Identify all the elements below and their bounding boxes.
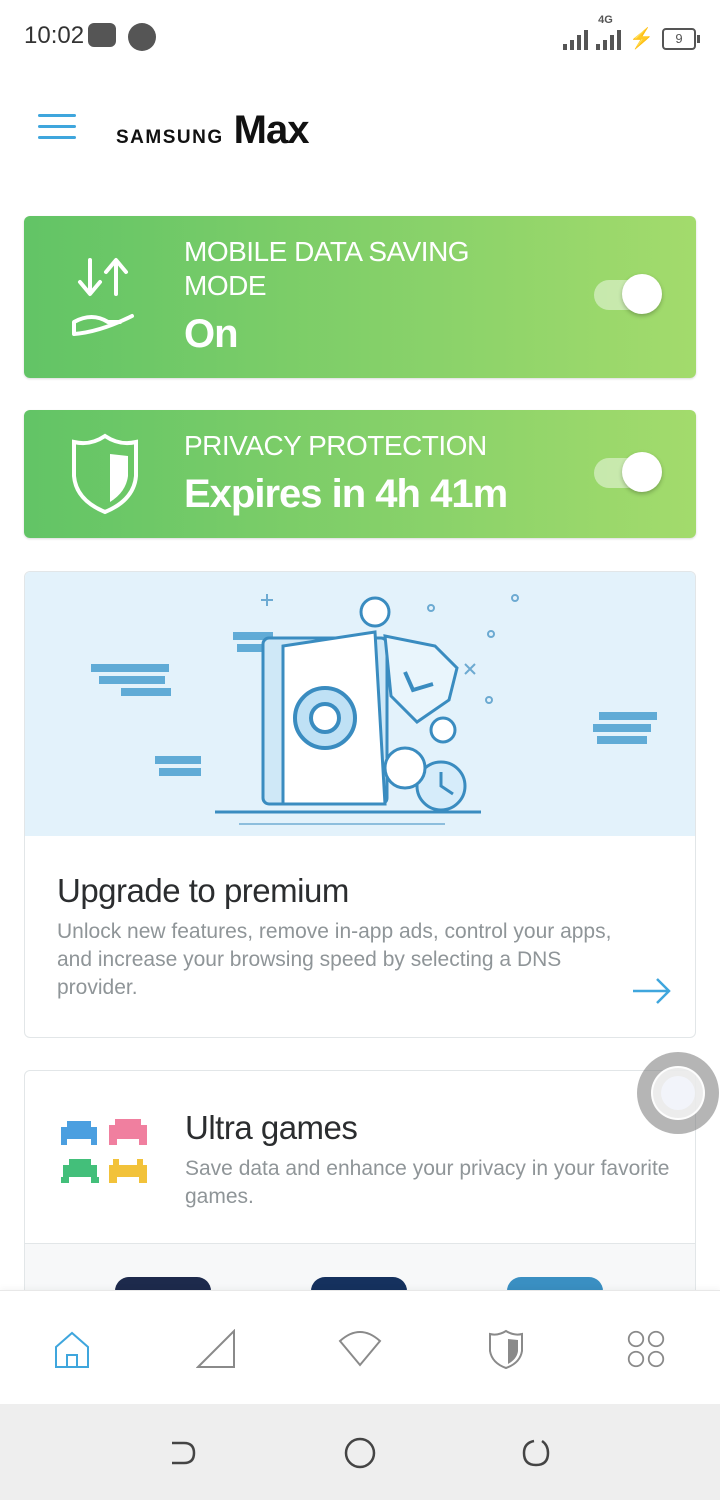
data-saving-title-line2: MODE	[184, 270, 267, 301]
data-saving-card[interactable]: MOBILE DATA SAVING MODE On	[24, 216, 696, 378]
privacy-protection-card[interactable]: PRIVACY PROTECTION Expires in 4h 41m	[24, 410, 696, 538]
brand-samsung: SAMSUNG	[116, 127, 224, 148]
recents-icon[interactable]	[520, 1437, 552, 1469]
privacy-title: PRIVACY PROTECTION	[184, 430, 487, 461]
upgrade-premium-card[interactable]: Upgrade to premium Unlock new features, …	[24, 571, 696, 1038]
signal-icon[interactable]	[196, 1329, 236, 1369]
network-type-label: 4G	[598, 14, 613, 26]
app-bar: SAMSUNG Max	[0, 80, 720, 175]
wifi-icon[interactable]	[338, 1329, 382, 1369]
signal-strength-icon	[563, 28, 589, 50]
apps-grid-icon[interactable]	[626, 1329, 666, 1369]
notification-dot-icon	[128, 23, 156, 51]
brand-max: Max	[233, 108, 310, 152]
mobile-network-icon: 4G	[596, 14, 622, 50]
arrow-right-icon[interactable]	[631, 976, 673, 1006]
space-invaders-icon	[61, 1119, 147, 1183]
status-time: 10:02	[24, 22, 85, 49]
home-button-icon[interactable]	[344, 1437, 376, 1469]
premium-title: Upgrade to premium	[57, 872, 349, 909]
home-icon[interactable]	[52, 1329, 92, 1369]
privacy-toggle[interactable]	[594, 452, 662, 492]
data-saving-icon	[72, 258, 134, 336]
bottom-tab-bar	[0, 1290, 720, 1405]
shield-icon[interactable]	[486, 1329, 526, 1369]
status-bar: 10:02 4G ⚡ 9	[0, 0, 720, 72]
privacy-expiry: Expires in 4h 41m	[184, 472, 508, 516]
system-navigation-bar	[0, 1404, 720, 1500]
games-title: Ultra games	[185, 1109, 358, 1146]
games-description: Save data and enhance your privacy in yo…	[185, 1157, 670, 1208]
data-saving-title-line1: MOBILE DATA SAVING	[184, 236, 470, 267]
battery-icon: 9	[662, 28, 700, 50]
back-icon[interactable]	[168, 1437, 200, 1469]
message-notification-icon	[88, 23, 116, 47]
app-logo: SAMSUNG Max	[116, 108, 310, 153]
status-icons: 4G ⚡ 9	[563, 14, 700, 50]
vault-illustration	[25, 572, 695, 836]
charging-icon: ⚡	[629, 28, 654, 50]
menu-icon[interactable]	[38, 114, 76, 140]
assistive-touch-button[interactable]	[637, 1052, 719, 1134]
shield-icon	[72, 433, 138, 515]
data-saving-toggle[interactable]	[594, 274, 662, 314]
premium-description: Unlock new features, remove in-app ads, …	[57, 920, 612, 999]
data-saving-status: On	[184, 312, 239, 356]
